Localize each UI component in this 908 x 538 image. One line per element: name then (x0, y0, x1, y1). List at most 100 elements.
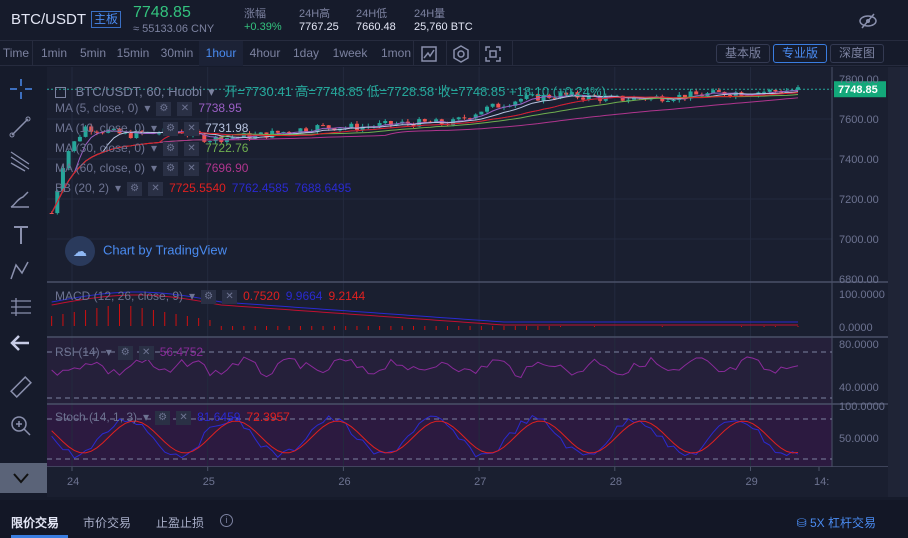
candle (671, 99, 676, 102)
tab-limit[interactable]: 限价交易 (11, 514, 59, 531)
legend-macd: MACD (12, 26, close, 9) ▾ ⚙ ✕ 0.7520 9.9664 9.… (55, 289, 366, 304)
close-icon[interactable]: ✕ (148, 181, 164, 196)
settings-icon[interactable]: ⚙ (127, 181, 143, 196)
timeframe-15min[interactable]: 15min (111, 41, 155, 66)
measure-icon[interactable] (8, 295, 34, 319)
close-icon[interactable]: ✕ (222, 289, 238, 304)
candle (321, 125, 326, 127)
time-axis (47, 467, 888, 497)
candle (456, 117, 461, 120)
close-icon[interactable]: ✕ (184, 161, 200, 176)
settings-icon[interactable]: ⚙ (155, 410, 171, 425)
eye-off-icon[interactable] (858, 11, 878, 31)
settings-icon[interactable]: ⚙ (156, 101, 172, 116)
timeframe-1hour[interactable]: 1hour (199, 41, 243, 66)
zoom-in-icon[interactable] (8, 413, 34, 437)
scrollbar[interactable] (900, 67, 908, 497)
text-icon[interactable] (8, 223, 34, 247)
settings-icon[interactable]: ⚙ (201, 289, 217, 304)
candle (275, 130, 280, 133)
cny-price: ≈ 55133.06 CNY (133, 23, 215, 35)
stat-high: 24H高 7767.25 (299, 8, 339, 33)
version-button-0[interactable]: 基本版 (716, 44, 770, 63)
stat-change: 涨幅 +0.39% (244, 8, 282, 33)
settings-icon[interactable]: ⚙ (163, 121, 179, 136)
divider (32, 41, 33, 66)
timeframe-1mon[interactable]: 1mon (375, 41, 417, 66)
close-icon[interactable]: ✕ (177, 101, 193, 116)
settings-icon[interactable]: ⚙ (163, 141, 179, 156)
close-icon[interactable]: ✕ (184, 121, 200, 136)
brush-icon[interactable] (8, 187, 34, 211)
candle (326, 125, 331, 129)
timeframe-1day[interactable]: 1day (287, 41, 325, 66)
price-tick: 7800.00 (839, 74, 879, 86)
candle (773, 89, 778, 92)
chart-area[interactable]: 7748.85 7800.00 7600.00 7400.00 7200.00 7000.… (47, 67, 900, 497)
last-price: 7748.85 (133, 4, 191, 21)
version-button-1[interactable]: 专业版 (773, 44, 827, 63)
timeframe-Time[interactable]: Time (0, 41, 32, 66)
legend-indicator: BB (20, 2) ▾ ⚙ ✕ 7725.5540 7762.4585 7688.6495 (55, 181, 352, 196)
close-icon[interactable]: ✕ (176, 410, 192, 425)
close-icon[interactable]: ✕ (184, 141, 200, 156)
stat-low: 24H低 7660.48 (356, 8, 396, 33)
candle (354, 123, 359, 131)
info-icon[interactable]: i (220, 514, 233, 527)
candle (479, 111, 484, 115)
timeframe-30min[interactable]: 30min (155, 41, 199, 66)
ruler-icon[interactable] (8, 375, 34, 399)
candle (694, 91, 699, 95)
candle (422, 119, 427, 122)
price-tick: 7000.00 (839, 234, 879, 246)
leverage-link[interactable]: ⛁ 5X 杠杆交易 (797, 514, 876, 531)
pattern-icon[interactable] (8, 259, 34, 283)
settings-icon[interactable]: ⚙ (163, 161, 179, 176)
time-tick: 14: (814, 476, 829, 488)
divider (413, 41, 414, 66)
settings-hex-icon[interactable] (452, 45, 470, 63)
tab-market[interactable]: 市价交易 (83, 514, 131, 531)
time-tick: 28 (610, 476, 622, 488)
back-arrow-icon[interactable] (8, 331, 34, 355)
indicator-tick: 40.0000 (839, 382, 879, 394)
time-tick: 25 (203, 476, 215, 488)
coins-icon: ⛁ (796, 516, 810, 530)
indicator-tick: 80.0000 (839, 339, 879, 351)
time-tick: 24 (67, 476, 79, 488)
stat-volume: 24H量 25,760 BTC (414, 8, 473, 33)
candle (462, 117, 467, 119)
timeframe-1week[interactable]: 1week (325, 41, 375, 66)
axis-gutter (888, 67, 900, 497)
timeframe-1min[interactable]: 1min (33, 41, 75, 66)
board-badge: 主板 (91, 11, 122, 28)
time-tick: 29 (746, 476, 758, 488)
trend-line-icon[interactable] (8, 115, 34, 139)
price-tick: 6800.00 (839, 274, 879, 286)
settings-icon[interactable]: ⚙ (117, 345, 133, 360)
pair-name[interactable]: BTC/USDT (11, 11, 86, 28)
fullscreen-icon[interactable] (484, 45, 502, 63)
scroll-down-icon[interactable] (0, 463, 47, 493)
candle (490, 103, 495, 107)
legend-indicator: MA (30, close, 0) ▾ ⚙ ✕ 7722.76 (55, 141, 249, 156)
price-tick: 7200.00 (839, 194, 879, 206)
fib-icon[interactable] (8, 149, 34, 173)
indicator-tick: 0.0000 (839, 322, 873, 334)
candle (383, 120, 388, 124)
timeframe-5min[interactable]: 5min (75, 41, 111, 66)
close-icon[interactable]: ✕ (138, 345, 154, 360)
indicator-tick: 100.0000 (839, 289, 885, 301)
tradingview-watermark[interactable]: ☁ Chart by TradingView (65, 236, 227, 266)
indicator-icon[interactable] (420, 45, 438, 63)
collapse-icon[interactable] (55, 87, 66, 99)
ohlc-values: 开=7730.41 高=7748.85 低=7728.58 收=7748.85 … (224, 84, 606, 99)
version-button-2[interactable]: 深度图 (830, 44, 884, 63)
timeframe-4hour[interactable]: 4hour (243, 41, 287, 66)
candle (665, 101, 670, 103)
indicator-tick: 50.0000 (839, 433, 879, 445)
divider (446, 41, 447, 66)
tab-stop[interactable]: 止盈止损 (156, 514, 204, 531)
crosshair-icon[interactable] (8, 77, 34, 101)
candle (349, 123, 354, 128)
